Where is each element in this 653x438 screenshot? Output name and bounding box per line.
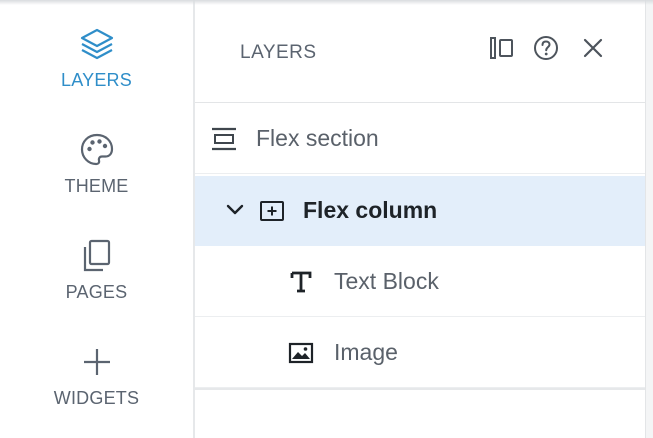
panel-header: LAYERS [195, 0, 645, 103]
layer-label: Flex section [256, 125, 379, 151]
rail-item-layers[interactable]: LAYERS [0, 22, 193, 118]
close-button[interactable] [578, 36, 608, 64]
split-view-icon [489, 36, 515, 65]
side-rail: LAYERS THEME PAGES WIDGETS [0, 0, 193, 438]
layers-panel: LAYERS Flex section Flex column Text Blo… [195, 0, 645, 438]
palette-icon [79, 128, 115, 168]
rail-item-theme[interactable]: THEME [0, 128, 193, 224]
image-icon [288, 342, 314, 364]
rail-label-layers: LAYERS [61, 70, 132, 90]
help-button[interactable] [531, 35, 561, 66]
panel-divider [195, 388, 645, 390]
plus-icon [79, 340, 115, 380]
pages-icon [79, 234, 115, 274]
layer-row-flex-section[interactable]: Flex section [195, 104, 645, 174]
panel-title: LAYERS [240, 42, 317, 63]
rail-item-widgets[interactable]: WIDGETS [0, 340, 193, 436]
editor-app: LAYERS THEME PAGES WIDGETS LAYERS Flex s… [0, 0, 653, 438]
layer-label: Image [334, 339, 398, 365]
close-icon [582, 37, 604, 64]
layer-label: Text Block [334, 268, 439, 294]
panel-edge [645, 0, 653, 438]
flex-section-icon [209, 125, 239, 153]
rail-label-theme: THEME [64, 176, 129, 196]
rail-item-pages[interactable]: PAGES [0, 234, 193, 330]
layer-row-flex-column[interactable]: Flex column [195, 176, 645, 246]
text-icon [289, 270, 313, 294]
split-view-button[interactable] [487, 36, 517, 64]
layer-row-text-block[interactable]: Text Block [195, 247, 645, 317]
rail-label-pages: PAGES [65, 282, 128, 302]
flex-column-icon [259, 199, 285, 223]
rail-label-widgets: WIDGETS [53, 388, 140, 408]
layer-row-image[interactable]: Image [195, 318, 645, 388]
layers-icon [79, 22, 115, 62]
layer-label: Flex column [303, 197, 438, 223]
help-icon [533, 35, 559, 66]
chevron-down-icon[interactable] [224, 199, 246, 221]
